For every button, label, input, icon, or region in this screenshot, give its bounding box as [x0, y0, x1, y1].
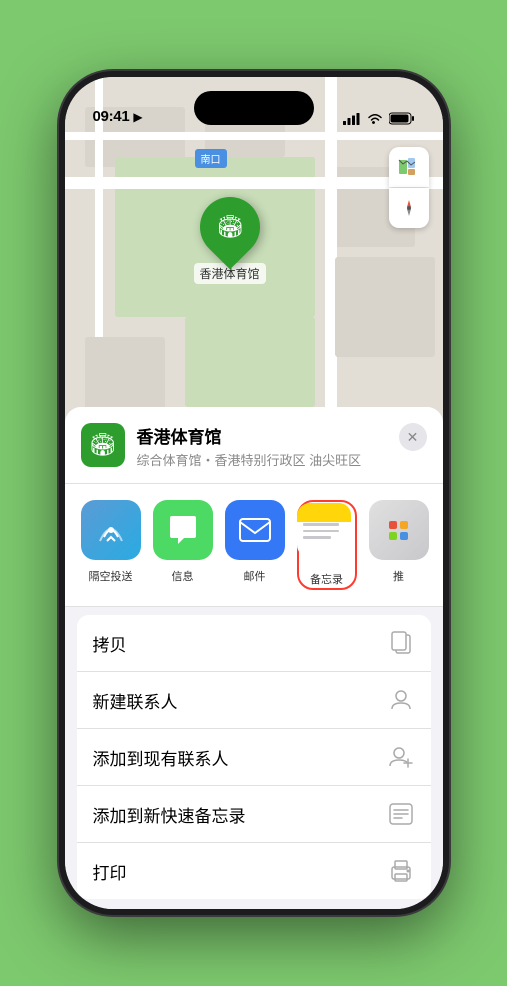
- menu-item-add-contact[interactable]: 添加到现有联系人: [77, 729, 431, 786]
- new-contact-icon: [387, 686, 415, 714]
- menu-item-print[interactable]: 打印: [77, 843, 431, 899]
- more-label: 推: [393, 568, 404, 584]
- location-button[interactable]: [389, 188, 429, 228]
- share-notes[interactable]: 备忘录: [297, 500, 357, 590]
- share-messages[interactable]: 信息: [153, 500, 213, 590]
- messages-icon: [153, 500, 213, 560]
- notes-line-2: [303, 530, 339, 533]
- note-symbol: [389, 803, 413, 825]
- status-time: 09:41: [93, 108, 130, 125]
- venue-icon-symbol: 🏟: [89, 432, 117, 458]
- share-actions-row: 隔空投送 信息: [65, 484, 443, 607]
- venue-name: 香港体育馆: [137, 423, 387, 448]
- venue-info: 香港体育馆 综合体育馆・香港特别行政区 油尖旺区: [137, 423, 387, 469]
- mail-symbol: [238, 517, 272, 543]
- menu-section: 拷贝 新建联系人: [77, 615, 431, 899]
- signal-icon: [343, 113, 361, 125]
- close-button[interactable]: ✕: [399, 423, 427, 451]
- messages-label: 信息: [172, 568, 194, 584]
- notes-line-3: [303, 536, 331, 539]
- location-icon: ▶: [133, 110, 142, 124]
- notes-icon-container: [297, 503, 357, 563]
- more-icon: [369, 500, 429, 560]
- venue-icon: 🏟: [81, 423, 125, 467]
- dynamic-island: [194, 91, 314, 125]
- copy-symbol: [390, 631, 412, 655]
- copy-icon: [387, 629, 415, 657]
- menu-item-new-contact[interactable]: 新建联系人: [77, 672, 431, 729]
- menu-item-quick-note[interactable]: 添加到新快速备忘录: [77, 786, 431, 843]
- airdrop-symbol: [96, 515, 126, 545]
- add-contact-icon: [387, 743, 415, 771]
- battery-icon: [389, 112, 415, 125]
- map-controls: [389, 147, 429, 228]
- share-mail[interactable]: 邮件: [225, 500, 285, 590]
- status-icons: [343, 112, 415, 125]
- notes-label: 备忘录: [310, 571, 343, 587]
- airdrop-label: 隔空投送: [89, 568, 133, 584]
- map-label-south-entrance: 南口: [195, 149, 227, 168]
- bottom-sheet: 🏟 香港体育馆 综合体育馆・香港特别行政区 油尖旺区 ✕: [65, 407, 443, 909]
- pin-icon: 🏟: [216, 214, 244, 240]
- compass-icon: [399, 198, 419, 218]
- new-contact-label: 新建联系人: [93, 688, 178, 713]
- notes-icon-inner: [297, 503, 351, 557]
- print-label: 打印: [93, 859, 127, 884]
- mail-icon: [225, 500, 285, 560]
- add-contact-label: 添加到现有联系人: [93, 745, 229, 770]
- print-icon: [387, 857, 415, 885]
- more-dots-container: [389, 521, 408, 540]
- phone-frame: 09:41 ▶: [59, 71, 449, 915]
- person-symbol: [389, 688, 413, 712]
- share-more[interactable]: 推: [369, 500, 429, 590]
- pin-circle: 🏟: [187, 185, 272, 270]
- share-airdrop[interactable]: 隔空投送: [81, 500, 141, 590]
- menu-item-copy[interactable]: 拷贝: [77, 615, 431, 672]
- phone-screen: 09:41 ▶: [65, 77, 443, 909]
- location-pin: 🏟 香港体育馆: [194, 197, 266, 284]
- wifi-icon: [367, 113, 383, 125]
- venue-description: 综合体育馆・香港特别行政区 油尖旺区: [137, 450, 387, 469]
- map-icon: [398, 156, 420, 178]
- map-type-button[interactable]: [389, 147, 429, 187]
- notes-line-1: [303, 523, 339, 526]
- mail-label: 邮件: [244, 568, 266, 584]
- quick-note-label: 添加到新快速备忘录: [93, 802, 246, 827]
- venue-header: 🏟 香港体育馆 综合体育馆・香港特别行政区 油尖旺区 ✕: [65, 407, 443, 484]
- quick-note-icon: [387, 800, 415, 828]
- airdrop-icon: [81, 500, 141, 560]
- copy-label: 拷贝: [93, 631, 127, 656]
- messages-symbol: [166, 514, 200, 546]
- printer-symbol: [388, 860, 414, 882]
- person-add-symbol: [388, 745, 414, 769]
